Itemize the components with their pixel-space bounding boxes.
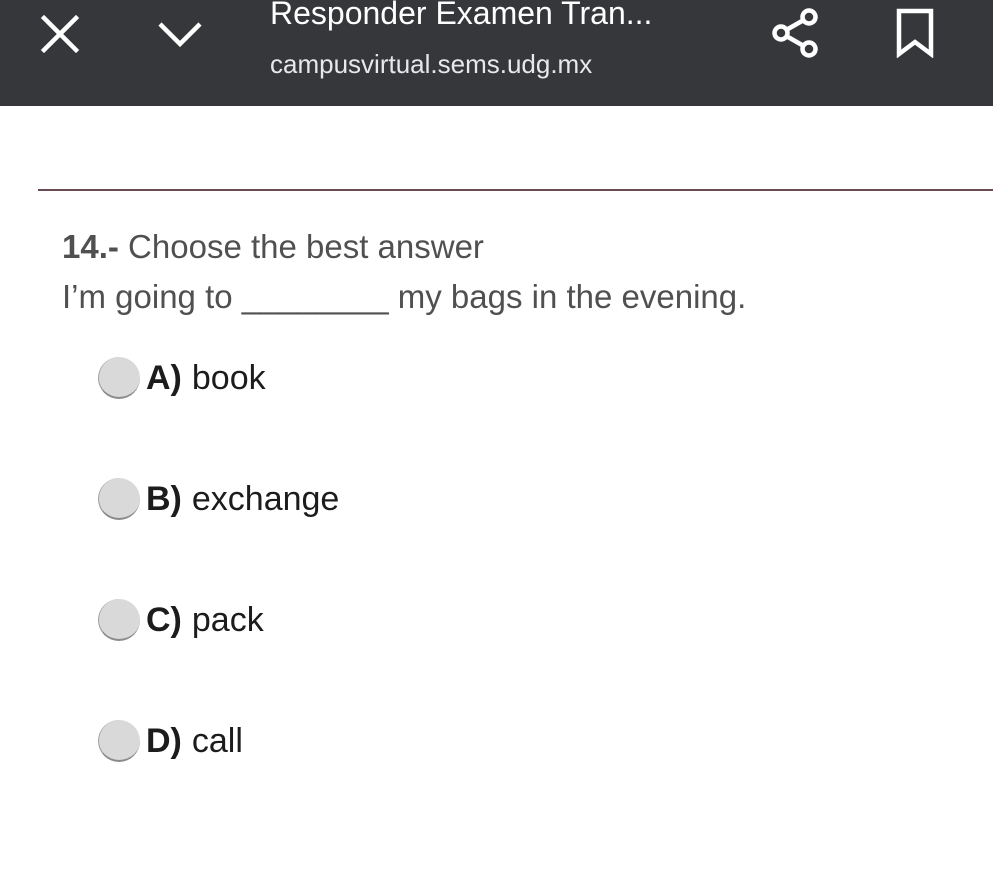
question-block: 14.- Choose the best answer I’m going to… — [62, 222, 962, 322]
option-a[interactable]: A) book — [98, 350, 266, 406]
section-divider — [38, 189, 993, 191]
question-prompt: Choose the best answer — [128, 228, 484, 265]
page-url: campusvirtual.sems.udg.mx — [270, 49, 593, 79]
option-c[interactable]: C) pack — [98, 592, 264, 648]
question-sentence: I’m going to ________ my bags in the eve… — [62, 278, 747, 315]
question-header: 14.- Choose the best answer — [62, 222, 962, 272]
radio-button[interactable] — [98, 599, 140, 641]
bookmark-button[interactable] — [886, 4, 944, 62]
expand-button[interactable] — [152, 8, 208, 60]
share-icon — [772, 8, 818, 58]
share-button[interactable] — [766, 4, 824, 62]
option-text: book — [191, 358, 266, 397]
option-d[interactable]: D) call — [98, 713, 243, 769]
option-letter: D) — [146, 721, 182, 760]
option-letter: A) — [146, 358, 182, 397]
option-text: pack — [191, 600, 264, 639]
close-button[interactable] — [34, 8, 86, 60]
browser-top-bar: Responder Examen Tran... campusvirtual.s… — [0, 0, 993, 106]
chevron-down-icon — [158, 22, 202, 48]
radio-button[interactable] — [98, 357, 140, 399]
radio-button[interactable] — [98, 720, 140, 762]
option-text: exchange — [191, 479, 340, 518]
option-text: call — [191, 721, 243, 760]
bookmark-icon — [896, 8, 934, 58]
radio-button[interactable] — [98, 478, 140, 520]
question-number: 14.- — [62, 228, 119, 265]
option-letter: C) — [146, 600, 182, 639]
page-title: Responder Examen Tran... — [270, 0, 653, 31]
option-b[interactable]: B) exchange — [98, 471, 339, 527]
close-icon — [40, 14, 80, 54]
option-letter: B) — [146, 479, 182, 518]
